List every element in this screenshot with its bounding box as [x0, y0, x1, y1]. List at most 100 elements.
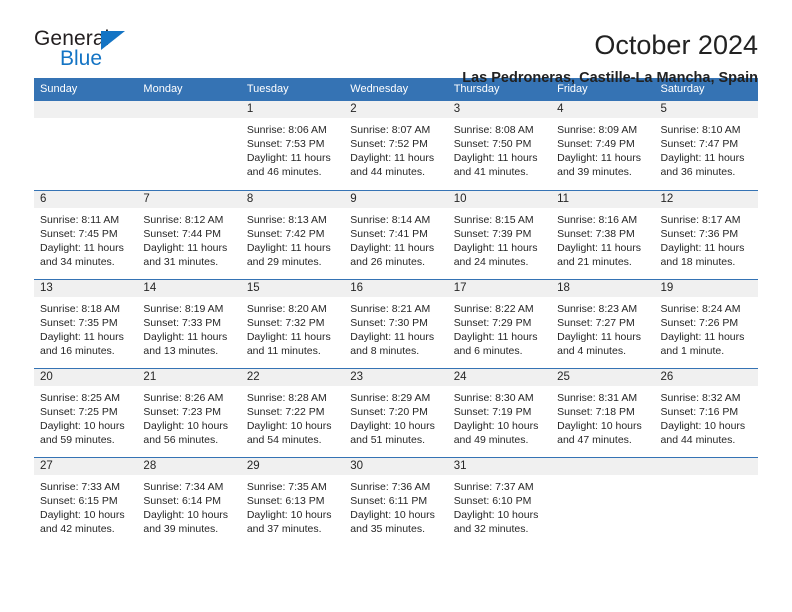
calendar-day-cell-empty	[654, 458, 758, 546]
calendar-day-cell[interactable]: 6 Sunrise: 8:11 AM Sunset: 7:45 PM Daylight…	[34, 191, 138, 279]
sunrise-text: Sunrise: 8:11 AM	[40, 214, 120, 226]
day-details: Sunrise: 7:36 AM Sunset: 6:11 PM Daylight:…	[344, 475, 447, 536]
day-details: Sunrise: 8:29 AM Sunset: 7:20 PM Daylight:…	[344, 386, 447, 447]
sunrise-text: Sunrise: 8:26 AM	[143, 392, 224, 404]
day-number: 22	[240, 369, 345, 386]
daylight-text: Daylight: 11 hours and 1 minute.	[660, 331, 745, 357]
daylight-text: Daylight: 11 hours and 11 minutes.	[246, 331, 331, 357]
calendar-day-cell[interactable]: 16 Sunrise: 8:21 AM Sunset: 7:30 PM Dayligh…	[344, 280, 448, 368]
daylight-text: Daylight: 10 hours and 56 minutes.	[143, 420, 229, 446]
sunrise-text: Sunrise: 7:34 AM	[143, 481, 224, 493]
day-details: Sunrise: 8:24 AM Sunset: 7:26 PM Daylight:…	[655, 297, 758, 358]
calendar-day-cell[interactable]: 7 Sunrise: 8:12 AM Sunset: 7:44 PM Daylight…	[137, 191, 241, 279]
sunset-text: Sunset: 7:22 PM	[246, 406, 325, 418]
sunset-text: Sunset: 6:14 PM	[143, 495, 222, 507]
calendar-day-cell[interactable]: 20 Sunrise: 8:25 AM Sunset: 7:25 PM Dayligh…	[34, 369, 138, 457]
daylight-text: Daylight: 11 hours and 39 minutes.	[557, 152, 641, 178]
calendar-day-cell[interactable]: 26 Sunrise: 8:32 AM Sunset: 7:16 PM Dayligh…	[654, 369, 758, 457]
daylight-text: Daylight: 11 hours and 16 minutes.	[40, 331, 124, 357]
calendar-day-cell[interactable]: 30 Sunrise: 7:36 AM Sunset: 6:11 PM Dayligh…	[344, 458, 448, 546]
calendar-week-row: 20 Sunrise: 8:25 AM Sunset: 7:25 PM Dayligh…	[34, 368, 758, 457]
sunrise-text: Sunrise: 8:30 AM	[453, 392, 534, 404]
day-details: Sunrise: 7:33 AM Sunset: 6:15 PM Daylight:…	[34, 475, 137, 536]
day-number: 9	[344, 191, 448, 208]
daylight-text: Daylight: 11 hours and 46 minutes.	[246, 152, 331, 178]
day-details: Sunrise: 8:11 AM Sunset: 7:45 PM Daylight:…	[34, 208, 137, 269]
day-number	[654, 458, 758, 475]
day-number: 19	[654, 280, 758, 297]
calendar-day-cell[interactable]: 5 Sunrise: 8:10 AM Sunset: 7:47 PM Daylight…	[654, 101, 758, 190]
daylight-text: Daylight: 11 hours and 29 minutes.	[246, 242, 331, 268]
day-details: Sunrise: 8:09 AM Sunset: 7:49 PM Daylight:…	[551, 118, 654, 179]
calendar-day-cell[interactable]: 1 Sunrise: 8:06 AM Sunset: 7:53 PM Daylight…	[240, 101, 345, 190]
calendar-day-cell[interactable]: 15 Sunrise: 8:20 AM Sunset: 7:32 PM Dayligh…	[240, 280, 345, 368]
day-details: Sunrise: 8:23 AM Sunset: 7:27 PM Daylight:…	[551, 297, 654, 358]
calendar-day-cell[interactable]: 9 Sunrise: 8:14 AM Sunset: 7:41 PM Daylight…	[344, 191, 448, 279]
sunrise-text: Sunrise: 8:15 AM	[453, 214, 534, 226]
calendar-day-cell[interactable]: 13 Sunrise: 8:18 AM Sunset: 7:35 PM Dayligh…	[34, 280, 138, 368]
sunset-text: Sunset: 7:30 PM	[350, 317, 428, 329]
daylight-text: Daylight: 11 hours and 44 minutes.	[350, 152, 435, 178]
day-number: 21	[137, 369, 241, 386]
day-number: 24	[447, 369, 552, 386]
calendar-day-cell[interactable]: 3 Sunrise: 8:08 AM Sunset: 7:50 PM Daylight…	[447, 101, 552, 190]
calendar-day-cell[interactable]: 21 Sunrise: 8:26 AM Sunset: 7:23 PM Dayligh…	[137, 369, 241, 457]
daylight-text: Daylight: 10 hours and 39 minutes.	[143, 509, 229, 535]
day-number	[34, 101, 138, 118]
sunset-text: Sunset: 7:50 PM	[453, 138, 532, 150]
calendar-day-cell[interactable]: 29 Sunrise: 7:35 AM Sunset: 6:13 PM Dayligh…	[240, 458, 345, 546]
logo-text-blue: Blue	[60, 47, 103, 70]
daylight-text: Daylight: 11 hours and 13 minutes.	[143, 331, 228, 357]
day-details: Sunrise: 8:16 AM Sunset: 7:38 PM Daylight:…	[551, 208, 654, 269]
sunset-text: Sunset: 7:16 PM	[660, 406, 739, 418]
day-details: Sunrise: 8:28 AM Sunset: 7:22 PM Daylight:…	[241, 386, 344, 447]
calendar-day-cell[interactable]: 19 Sunrise: 8:24 AM Sunset: 7:26 PM Dayligh…	[654, 280, 758, 368]
calendar-day-cell[interactable]: 11 Sunrise: 8:16 AM Sunset: 7:38 PM Dayligh…	[551, 191, 655, 279]
daylight-text: Daylight: 11 hours and 21 minutes.	[557, 242, 641, 268]
sunrise-text: Sunrise: 8:23 AM	[557, 303, 638, 315]
calendar-day-cell[interactable]: 12 Sunrise: 8:17 AM Sunset: 7:36 PM Dayligh…	[654, 191, 758, 279]
day-of-week-header: Tuesday	[246, 83, 289, 95]
sunrise-text: Sunrise: 8:22 AM	[453, 303, 534, 315]
daylight-text: Daylight: 10 hours and 37 minutes.	[246, 509, 332, 535]
day-details: Sunrise: 8:14 AM Sunset: 7:41 PM Daylight:…	[344, 208, 447, 269]
day-number: 26	[654, 369, 758, 386]
day-number: 5	[654, 101, 758, 118]
day-number: 16	[344, 280, 448, 297]
calendar-day-cell[interactable]: 24 Sunrise: 8:30 AM Sunset: 7:19 PM Dayligh…	[447, 369, 552, 457]
calendar-day-cell[interactable]: 27 Sunrise: 7:33 AM Sunset: 6:15 PM Dayligh…	[34, 458, 138, 546]
calendar-day-cell[interactable]: 25 Sunrise: 8:31 AM Sunset: 7:18 PM Dayligh…	[551, 369, 655, 457]
daylight-text: Daylight: 11 hours and 41 minutes.	[453, 152, 538, 178]
sunrise-text: Sunrise: 8:24 AM	[660, 303, 741, 315]
calendar-day-cell[interactable]: 4 Sunrise: 8:09 AM Sunset: 7:49 PM Daylight…	[551, 101, 655, 190]
day-number: 10	[447, 191, 552, 208]
day-number: 3	[447, 101, 552, 118]
calendar-day-cell[interactable]: 8 Sunrise: 8:13 AM Sunset: 7:42 PM Daylight…	[240, 191, 345, 279]
calendar-day-cell[interactable]: 18 Sunrise: 8:23 AM Sunset: 7:27 PM Dayligh…	[551, 280, 655, 368]
sunrise-text: Sunrise: 8:07 AM	[350, 124, 431, 136]
daylight-text: Daylight: 10 hours and 47 minutes.	[557, 420, 642, 446]
calendar-day-cell[interactable]: 22 Sunrise: 8:28 AM Sunset: 7:22 PM Dayligh…	[240, 369, 345, 457]
day-details: Sunrise: 8:06 AM Sunset: 7:53 PM Daylight:…	[241, 118, 344, 179]
sunrise-text: Sunrise: 8:06 AM	[246, 124, 327, 136]
calendar-day-cell-empty	[34, 101, 138, 190]
day-number: 18	[551, 280, 655, 297]
calendar-day-cell[interactable]: 28 Sunrise: 7:34 AM Sunset: 6:14 PM Dayligh…	[137, 458, 241, 546]
day-number: 13	[34, 280, 138, 297]
sunset-text: Sunset: 7:44 PM	[143, 228, 222, 240]
sunrise-text: Sunrise: 8:20 AM	[246, 303, 327, 315]
day-number: 14	[137, 280, 241, 297]
calendar-page: General Blue October 2024 Las Pedroneras…	[0, 0, 792, 612]
day-number	[551, 458, 655, 475]
calendar-day-cell[interactable]: 14 Sunrise: 8:19 AM Sunset: 7:33 PM Dayligh…	[137, 280, 241, 368]
logo-triangle-icon	[101, 31, 125, 50]
calendar-day-cell[interactable]: 23 Sunrise: 8:29 AM Sunset: 7:20 PM Dayligh…	[344, 369, 448, 457]
calendar-day-cell[interactable]: 10 Sunrise: 8:15 AM Sunset: 7:39 PM Dayligh…	[447, 191, 552, 279]
calendar-day-cell-empty	[137, 101, 241, 190]
day-number: 29	[240, 458, 345, 475]
calendar-day-cell[interactable]: 31 Sunrise: 7:37 AM Sunset: 6:10 PM Dayligh…	[447, 458, 552, 546]
calendar-day-cell[interactable]: 2 Sunrise: 8:07 AM Sunset: 7:52 PM Daylight…	[344, 101, 448, 190]
daylight-text: Daylight: 11 hours and 36 minutes.	[660, 152, 745, 178]
day-details: Sunrise: 8:18 AM Sunset: 7:35 PM Daylight:…	[34, 297, 137, 358]
calendar-day-cell[interactable]: 17 Sunrise: 8:22 AM Sunset: 7:29 PM Dayligh…	[447, 280, 552, 368]
